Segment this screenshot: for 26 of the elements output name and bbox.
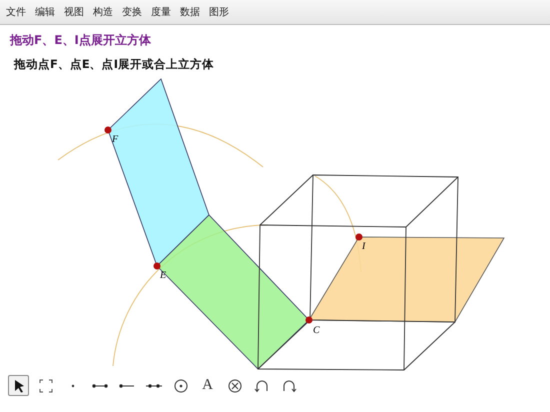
menu-item[interactable]: 数据 — [180, 5, 200, 19]
point-label: C — [313, 325, 320, 336]
redo-icon — [280, 378, 296, 392]
text-tool[interactable]: A — [197, 375, 218, 396]
point[interactable] — [154, 262, 160, 270]
instruction-text: 拖动点F、点E、点I展开或合上立方体 — [14, 57, 215, 72]
point[interactable] — [104, 126, 112, 134]
menu-item[interactable]: 构造 — [93, 5, 113, 19]
page-title: 拖动F、E、I点展开立方体 — [10, 32, 152, 49]
point-label: F — [112, 134, 118, 145]
selection-frame-icon — [38, 378, 54, 392]
circle-icon — [172, 378, 188, 392]
menu-item[interactable]: 文件 — [6, 5, 26, 19]
point[interactable] — [356, 234, 362, 240]
point-label: E — [160, 270, 166, 281]
menu-item[interactable]: 图形 — [209, 5, 229, 19]
menu-item[interactable]: 变换 — [122, 5, 142, 19]
menu-item[interactable]: 编辑 — [35, 5, 55, 19]
menu-item[interactable]: 视图 — [64, 5, 84, 19]
dot-icon — [70, 384, 74, 388]
point[interactable] — [306, 316, 312, 324]
circled-x-icon — [226, 378, 242, 392]
undo-icon — [254, 378, 270, 392]
menu-item[interactable]: 度量 — [151, 5, 171, 19]
point-label: I — [362, 241, 366, 252]
arrow-tool[interactable] — [8, 375, 29, 396]
